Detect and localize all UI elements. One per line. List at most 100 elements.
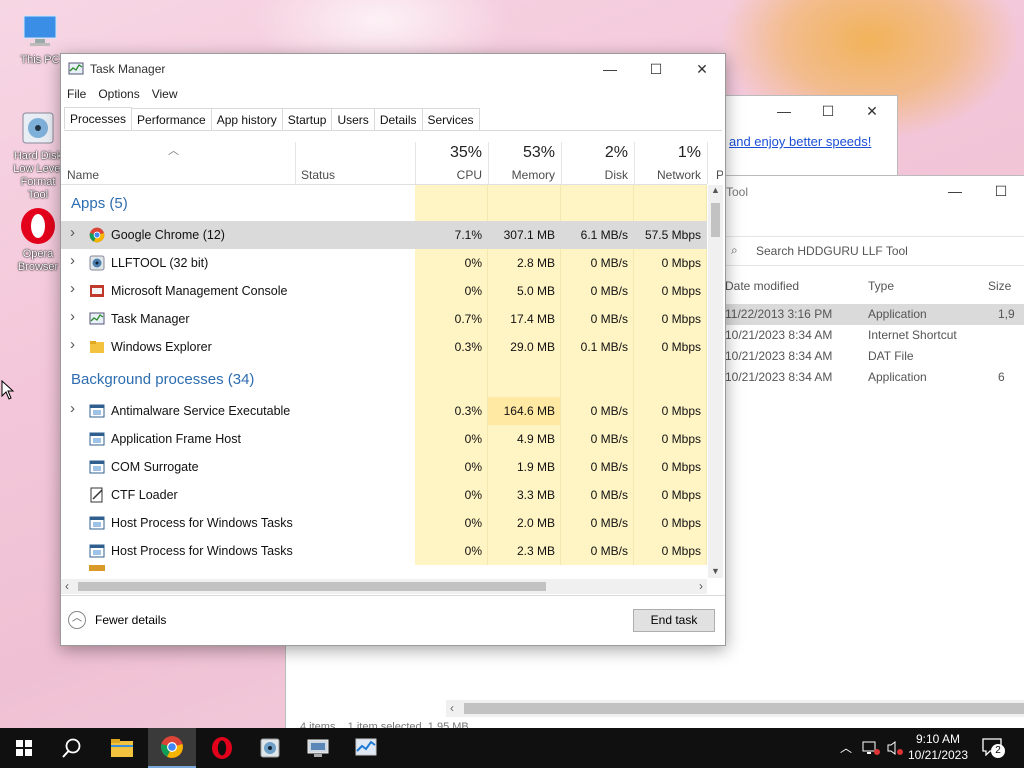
tab-startup[interactable]: Startup — [281, 108, 333, 130]
maximize-icon[interactable]: ☐ — [633, 54, 679, 84]
taskbar-file-explorer[interactable] — [98, 728, 146, 768]
background-browser-window[interactable]: — ☐ ✕ and enjoy better speeds! — [720, 95, 898, 177]
scroll-thumb[interactable] — [464, 703, 1024, 714]
file-date[interactable]: 10/21/2023 8:34 AM — [725, 370, 832, 384]
group-apps[interactable]: Apps (5) — [61, 185, 707, 221]
desktop-icon-llf-tool[interactable]: Hard Disk Low Level Format Tool — [10, 108, 66, 202]
column-header-memory[interactable]: 53% Memory — [488, 142, 562, 184]
system-clock[interactable]: 9:10 AM 10/21/2023 — [906, 731, 970, 763]
promo-link[interactable]: and enjoy better speeds! — [729, 134, 871, 149]
tab-users[interactable]: Users — [331, 108, 375, 130]
tab-processes[interactable]: Processes — [64, 107, 133, 129]
scroll-left-icon[interactable]: ‹ — [450, 701, 454, 715]
maximize-icon[interactable]: ☐ — [978, 176, 1024, 206]
horizontal-scrollbar[interactable]: ‹ › — [61, 579, 707, 594]
maximize-icon[interactable]: ☐ — [805, 96, 851, 126]
start-button[interactable] — [0, 728, 48, 768]
process-row[interactable]: 0.3% 29.0 MB 0.1 MB/s 0 Mbps › Windows Explor… — [61, 333, 707, 361]
chevron-right-icon[interactable]: › — [70, 336, 75, 353]
search-button[interactable] — [48, 728, 96, 768]
menu-view[interactable]: View — [146, 85, 184, 105]
file-date[interactable]: 11/22/2013 3:16 PM — [725, 307, 832, 321]
process-name: Microsoft Management Console — [111, 284, 288, 298]
scroll-left-icon[interactable]: ‹ — [65, 579, 69, 593]
process-row[interactable]: 7.1% 307.1 MB 6.1 MB/s 57.5 Mbps › Google Chr… — [61, 221, 707, 249]
process-row[interactable]: 0% 3.3 MB 0 MB/s 0 Mbps CTF Loader — [61, 481, 707, 509]
notification-center-button[interactable]: 2 — [982, 738, 1005, 759]
process-row[interactable]: 0% 2.8 MB 0 MB/s 0 Mbps › LLFTOOL (32 bit) — [61, 249, 707, 277]
column-header-cpu[interactable]: 35% CPU — [415, 142, 489, 184]
scroll-right-icon[interactable]: › — [699, 579, 703, 593]
chevron-up-icon[interactable]: ︿ — [840, 739, 852, 756]
file-date[interactable]: 10/21/2023 8:34 AM — [725, 349, 832, 363]
search-box[interactable]: ⌕ Search HDDGURU LLF Tool — [725, 236, 1024, 266]
mouse-cursor-icon — [1, 380, 15, 400]
file-type[interactable]: Application — [868, 370, 927, 384]
tab-services[interactable]: Services — [421, 108, 480, 130]
taskbar-chrome[interactable] — [148, 728, 196, 768]
vertical-scrollbar[interactable]: ▲ ▼ — [708, 185, 723, 578]
minimize-icon[interactable]: — — [932, 176, 978, 206]
file-size[interactable]: 6 — [998, 370, 1005, 384]
network-value: 0 Mbps — [661, 460, 701, 474]
chevron-right-icon[interactable]: › — [70, 252, 75, 269]
file-type[interactable]: Internet Shortcut — [868, 328, 957, 342]
menu-file[interactable]: File — [61, 85, 92, 105]
search-icon — [62, 738, 81, 758]
taskbar-opera[interactable] — [198, 728, 246, 768]
column-header-disk[interactable]: 2% Disk — [561, 142, 635, 184]
column-header-status[interactable]: Status — [295, 142, 416, 184]
scroll-thumb[interactable] — [78, 582, 546, 591]
column-header-size[interactable]: Size — [988, 279, 1011, 293]
process-row[interactable]: 0% 4.9 MB 0 MB/s 0 Mbps Application Frame Ho… — [61, 425, 707, 453]
minimize-icon[interactable]: — — [587, 54, 633, 84]
horizontal-scrollbar[interactable]: ‹ — [446, 700, 1024, 717]
taskbar: ︿ 9:10 AM 10/21/2023 2 — [0, 728, 1024, 768]
end-task-button[interactable]: End task — [633, 609, 715, 632]
close-icon[interactable]: ✕ — [679, 54, 725, 84]
process-row[interactable]: 0.7% 17.4 MB 0 MB/s 0 Mbps › Task Manager — [61, 305, 707, 333]
title-bar[interactable]: Task Manager — ☐ ✕ — [61, 54, 725, 84]
process-row[interactable]: 0% 2.0 MB 0 MB/s 0 Mbps Host Process for Win… — [61, 509, 707, 537]
task-manager-window[interactable]: Task Manager — ☐ ✕ File Options View Pro… — [60, 53, 726, 646]
desktop-icon-label: Opera Browser — [17, 248, 59, 273]
column-header-date[interactable]: Date modified — [725, 279, 799, 293]
scroll-up-icon[interactable]: ▲ — [711, 185, 720, 195]
process-row[interactable]: 0% 1.9 MB 0 MB/s 0 Mbps COM Surrogate — [61, 453, 707, 481]
taskbar-task-manager[interactable] — [342, 728, 390, 768]
process-row[interactable]: 0.3% 164.6 MB 0 MB/s 0 Mbps › Antimalware Ser… — [61, 397, 707, 425]
column-header-name[interactable]: ︿ Name — [61, 142, 296, 184]
file-type[interactable]: DAT File — [868, 349, 914, 363]
chevron-up-icon: ︿ — [68, 611, 86, 629]
taskbar-llf-tool[interactable] — [246, 728, 294, 768]
cpu-value: 0% — [464, 432, 482, 446]
chevron-right-icon[interactable]: › — [70, 280, 75, 297]
process-row[interactable]: 0% 2.3 MB 0 MB/s 0 Mbps Host Process for Win… — [61, 537, 707, 565]
scroll-down-icon[interactable]: ▼ — [711, 566, 720, 576]
column-header-network[interactable]: 1% Network — [634, 142, 708, 184]
disk-value: 0 MB/s — [590, 256, 628, 270]
chevron-right-icon[interactable]: › — [70, 308, 75, 325]
tab-performance[interactable]: Performance — [131, 108, 212, 130]
group-background-processes[interactable]: Background processes (34) — [61, 361, 707, 397]
scroll-thumb[interactable] — [711, 203, 720, 237]
minimize-icon[interactable]: — — [761, 96, 807, 126]
desktop-icon-opera[interactable]: Opera Browser — [10, 206, 66, 274]
file-size[interactable]: 1,9 — [998, 307, 1015, 321]
taskbar-management-console[interactable] — [294, 728, 342, 768]
chevron-right-icon[interactable]: › — [70, 224, 75, 241]
menu-options[interactable]: Options — [92, 85, 145, 105]
tab-app-history[interactable]: App history — [210, 108, 283, 130]
volume-muted-icon[interactable] — [886, 740, 904, 756]
fewer-details-button[interactable]: ︿ Fewer details — [68, 611, 166, 629]
file-type[interactable]: Application — [868, 307, 927, 321]
process-row[interactable]: 0% 5.0 MB 0 MB/s 0 Mbps › Microsoft Managemen… — [61, 277, 707, 305]
network-icon[interactable] — [862, 740, 880, 756]
chevron-right-icon[interactable]: › — [70, 400, 75, 417]
column-header-power[interactable]: P — [707, 142, 723, 184]
close-icon[interactable]: ✕ — [849, 96, 895, 126]
column-header-type[interactable]: Type — [868, 279, 894, 293]
tab-details[interactable]: Details — [373, 108, 423, 130]
hard-disk-icon — [89, 255, 105, 271]
file-date[interactable]: 10/21/2023 8:34 AM — [725, 328, 832, 342]
